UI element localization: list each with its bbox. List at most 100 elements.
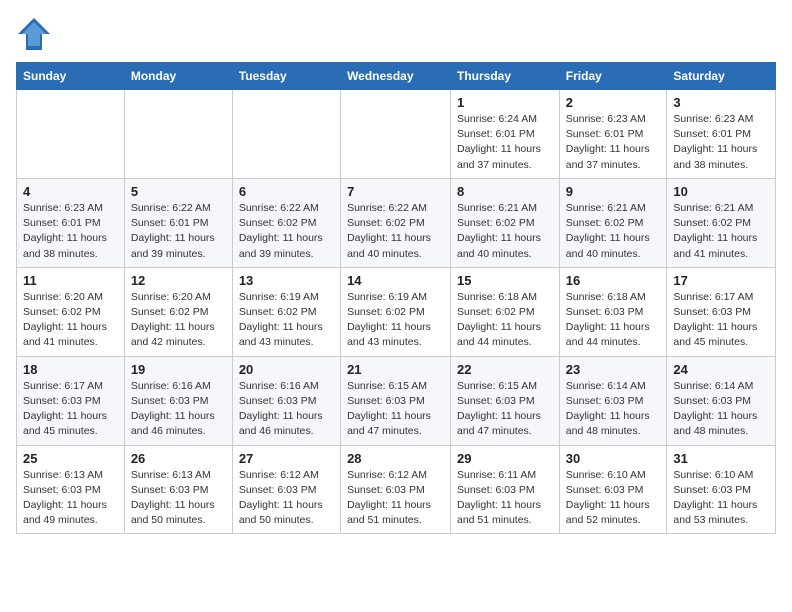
day-cell [124, 90, 232, 179]
day-number: 19 [131, 362, 226, 377]
day-cell: 8 Sunrise: 6:21 AM Sunset: 6:02 PM Daylig… [451, 178, 560, 267]
col-header-wednesday: Wednesday [341, 63, 451, 90]
col-header-thursday: Thursday [451, 63, 560, 90]
day-info: Sunrise: 6:19 AM Sunset: 6:02 PM Dayligh… [347, 290, 444, 351]
header-row: SundayMondayTuesdayWednesdayThursdayFrid… [17, 63, 776, 90]
day-number: 15 [457, 273, 553, 288]
day-info: Sunrise: 6:22 AM Sunset: 6:02 PM Dayligh… [347, 201, 444, 262]
col-header-tuesday: Tuesday [232, 63, 340, 90]
day-cell [341, 90, 451, 179]
week-row-3: 11 Sunrise: 6:20 AM Sunset: 6:02 PM Dayli… [17, 267, 776, 356]
day-cell: 15 Sunrise: 6:18 AM Sunset: 6:02 PM Dayli… [451, 267, 560, 356]
day-info: Sunrise: 6:12 AM Sunset: 6:03 PM Dayligh… [239, 468, 334, 529]
day-info: Sunrise: 6:13 AM Sunset: 6:03 PM Dayligh… [131, 468, 226, 529]
day-info: Sunrise: 6:10 AM Sunset: 6:03 PM Dayligh… [673, 468, 769, 529]
day-cell [232, 90, 340, 179]
day-cell: 16Sunrise: 6:18 AM Sunset: 6:03 PM Dayli… [559, 267, 667, 356]
col-header-saturday: Saturday [667, 63, 776, 90]
week-row-2: 4 Sunrise: 6:23 AM Sunset: 6:01 PM Daylig… [17, 178, 776, 267]
day-info: Sunrise: 6:11 AM Sunset: 6:03 PM Dayligh… [457, 468, 553, 529]
day-number: 30 [566, 451, 661, 466]
day-info: Sunrise: 6:15 AM Sunset: 6:03 PM Dayligh… [347, 379, 444, 440]
day-cell: 30Sunrise: 6:10 AM Sunset: 6:03 PM Dayli… [559, 445, 667, 534]
day-number: 7 [347, 184, 444, 199]
day-number: 25 [23, 451, 118, 466]
day-number: 9 [566, 184, 661, 199]
day-number: 18 [23, 362, 118, 377]
day-info: Sunrise: 6:17 AM Sunset: 6:03 PM Dayligh… [673, 290, 769, 351]
day-cell: 21 Sunrise: 6:15 AM Sunset: 6:03 PM Dayli… [341, 356, 451, 445]
day-number: 1 [457, 95, 553, 110]
day-number: 11 [23, 273, 118, 288]
day-info: Sunrise: 6:23 AM Sunset: 6:01 PM Dayligh… [23, 201, 118, 262]
day-number: 31 [673, 451, 769, 466]
col-header-monday: Monday [124, 63, 232, 90]
day-info: Sunrise: 6:20 AM Sunset: 6:02 PM Dayligh… [131, 290, 226, 351]
day-cell: 13 Sunrise: 6:19 AM Sunset: 6:02 PM Dayli… [232, 267, 340, 356]
week-row-5: 25 Sunrise: 6:13 AM Sunset: 6:03 PM Dayli… [17, 445, 776, 534]
calendar-table: SundayMondayTuesdayWednesdayThursdayFrid… [16, 62, 776, 534]
col-header-friday: Friday [559, 63, 667, 90]
day-info: Sunrise: 6:14 AM Sunset: 6:03 PM Dayligh… [566, 379, 661, 440]
day-number: 13 [239, 273, 334, 288]
day-info: Sunrise: 6:18 AM Sunset: 6:03 PM Dayligh… [566, 290, 661, 351]
day-number: 29 [457, 451, 553, 466]
day-info: Sunrise: 6:16 AM Sunset: 6:03 PM Dayligh… [239, 379, 334, 440]
day-info: Sunrise: 6:21 AM Sunset: 6:02 PM Dayligh… [566, 201, 661, 262]
day-cell: 6 Sunrise: 6:22 AM Sunset: 6:02 PM Daylig… [232, 178, 340, 267]
day-number: 17 [673, 273, 769, 288]
day-number: 3 [673, 95, 769, 110]
day-number: 5 [131, 184, 226, 199]
day-cell: 22 Sunrise: 6:15 AM Sunset: 6:03 PM Dayli… [451, 356, 560, 445]
col-header-sunday: Sunday [17, 63, 125, 90]
week-row-4: 18Sunrise: 6:17 AM Sunset: 6:03 PM Dayli… [17, 356, 776, 445]
day-info: Sunrise: 6:14 AM Sunset: 6:03 PM Dayligh… [673, 379, 769, 440]
day-number: 12 [131, 273, 226, 288]
day-cell: 29 Sunrise: 6:11 AM Sunset: 6:03 PM Dayli… [451, 445, 560, 534]
day-cell: 9 Sunrise: 6:21 AM Sunset: 6:02 PM Daylig… [559, 178, 667, 267]
day-number: 27 [239, 451, 334, 466]
day-number: 10 [673, 184, 769, 199]
day-cell: 25 Sunrise: 6:13 AM Sunset: 6:03 PM Dayli… [17, 445, 125, 534]
day-number: 23 [566, 362, 661, 377]
day-info: Sunrise: 6:20 AM Sunset: 6:02 PM Dayligh… [23, 290, 118, 351]
day-number: 4 [23, 184, 118, 199]
day-cell: 5 Sunrise: 6:22 AM Sunset: 6:01 PM Daylig… [124, 178, 232, 267]
week-row-1: 1 Sunrise: 6:24 AM Sunset: 6:01 PM Daylig… [17, 90, 776, 179]
day-info: Sunrise: 6:12 AM Sunset: 6:03 PM Dayligh… [347, 468, 444, 529]
day-cell: 28 Sunrise: 6:12 AM Sunset: 6:03 PM Dayli… [341, 445, 451, 534]
day-info: Sunrise: 6:16 AM Sunset: 6:03 PM Dayligh… [131, 379, 226, 440]
day-number: 14 [347, 273, 444, 288]
day-cell: 26 Sunrise: 6:13 AM Sunset: 6:03 PM Dayli… [124, 445, 232, 534]
day-cell: 18Sunrise: 6:17 AM Sunset: 6:03 PM Dayli… [17, 356, 125, 445]
day-number: 2 [566, 95, 661, 110]
day-info: Sunrise: 6:22 AM Sunset: 6:01 PM Dayligh… [131, 201, 226, 262]
logo [16, 16, 56, 52]
day-number: 8 [457, 184, 553, 199]
day-cell: 2 Sunrise: 6:23 AM Sunset: 6:01 PM Daylig… [559, 90, 667, 179]
day-cell: 4 Sunrise: 6:23 AM Sunset: 6:01 PM Daylig… [17, 178, 125, 267]
day-info: Sunrise: 6:18 AM Sunset: 6:02 PM Dayligh… [457, 290, 553, 351]
day-cell: 1 Sunrise: 6:24 AM Sunset: 6:01 PM Daylig… [451, 90, 560, 179]
day-info: Sunrise: 6:23 AM Sunset: 6:01 PM Dayligh… [673, 112, 769, 173]
day-info: Sunrise: 6:21 AM Sunset: 6:02 PM Dayligh… [457, 201, 553, 262]
day-cell: 19 Sunrise: 6:16 AM Sunset: 6:03 PM Dayli… [124, 356, 232, 445]
logo-icon [16, 16, 52, 52]
day-number: 28 [347, 451, 444, 466]
day-cell: 23 Sunrise: 6:14 AM Sunset: 6:03 PM Dayli… [559, 356, 667, 445]
day-info: Sunrise: 6:19 AM Sunset: 6:02 PM Dayligh… [239, 290, 334, 351]
day-number: 6 [239, 184, 334, 199]
day-cell: 7 Sunrise: 6:22 AM Sunset: 6:02 PM Daylig… [341, 178, 451, 267]
day-number: 22 [457, 362, 553, 377]
day-info: Sunrise: 6:13 AM Sunset: 6:03 PM Dayligh… [23, 468, 118, 529]
day-cell: 14 Sunrise: 6:19 AM Sunset: 6:02 PM Dayli… [341, 267, 451, 356]
day-number: 21 [347, 362, 444, 377]
day-info: Sunrise: 6:23 AM Sunset: 6:01 PM Dayligh… [566, 112, 661, 173]
day-info: Sunrise: 6:22 AM Sunset: 6:02 PM Dayligh… [239, 201, 334, 262]
day-cell: 31 Sunrise: 6:10 AM Sunset: 6:03 PM Dayli… [667, 445, 776, 534]
day-info: Sunrise: 6:24 AM Sunset: 6:01 PM Dayligh… [457, 112, 553, 173]
page-header [16, 16, 776, 52]
day-info: Sunrise: 6:15 AM Sunset: 6:03 PM Dayligh… [457, 379, 553, 440]
day-number: 26 [131, 451, 226, 466]
day-cell: 20Sunrise: 6:16 AM Sunset: 6:03 PM Dayli… [232, 356, 340, 445]
